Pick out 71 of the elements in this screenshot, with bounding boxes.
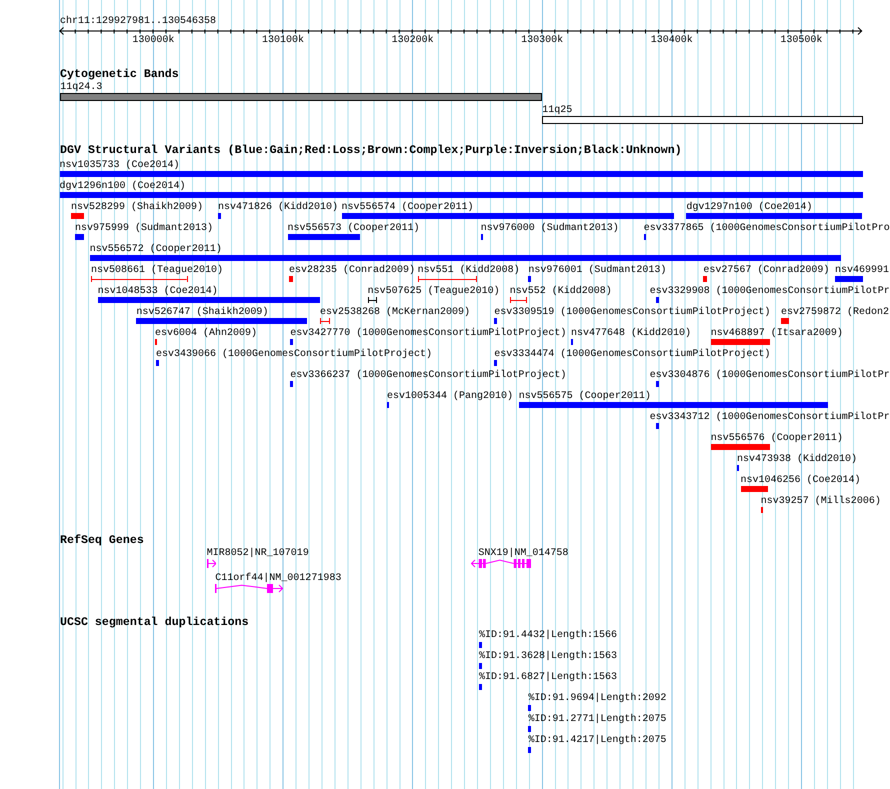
cytoband-label: 11q25 bbox=[542, 104, 572, 116]
duplication-label: %ID:91.6827|Length:1563 bbox=[479, 672, 618, 683]
duplication-bar bbox=[479, 684, 482, 690]
variant-label: dgv1297n100 (Coe2014) bbox=[686, 202, 812, 212]
variant-label: nsv556574 (Cooper2011) bbox=[342, 202, 474, 212]
variant-label: nsv39257 (Mills2006) bbox=[760, 496, 881, 506]
variant-label: nsv551 (Kidd2008) bbox=[418, 264, 520, 276]
variant-label: esv2759872 (Redon2 bbox=[781, 306, 890, 318]
variant-label: esv3329908 (1000GenomesConsortiumPilotPr bbox=[650, 286, 890, 296]
tick-label: 130400k bbox=[650, 35, 693, 46]
variant-label: nsv526747 (Shaikh2009) bbox=[136, 306, 268, 318]
tick-label: 130300k bbox=[521, 35, 564, 46]
duplication-bar bbox=[479, 642, 482, 648]
duplication-bar bbox=[528, 705, 531, 711]
variant-label: esv3309519 (1000GenomesConsortiumPilotProject) bbox=[494, 306, 770, 318]
variant-label: nsv975999 (Sudmant2013) bbox=[75, 222, 214, 234]
variant-label: esv27567 (Conrad2009) bbox=[703, 264, 830, 276]
variant-label: esv1005344 (Pang2010) bbox=[387, 390, 514, 402]
variant-label: nsv976000 (Sudmant2013) bbox=[480, 222, 619, 234]
track-title: DGV Structural Variants (Blue:Gain;Red:Loss;Brown:Complex;Purple:Inversion;Black:Unknown) bbox=[60, 145, 682, 157]
duplication-label: %ID:91.4432|Length:1566 bbox=[479, 630, 618, 641]
gene-label: SNX19|NM_014758 bbox=[478, 548, 568, 559]
variant-label: esv3377865 (1000GenomesConsortiumPilotPro bbox=[644, 222, 890, 234]
variant-label: nsv556576 (Cooper2011) bbox=[710, 432, 843, 444]
variant-label: nsv1048533 (Coe2014) bbox=[98, 286, 218, 296]
variant-label: nsv477648 (Kidd2010) bbox=[571, 328, 692, 338]
tick-label: 130100k bbox=[262, 35, 304, 46]
duplication-bar bbox=[528, 726, 531, 732]
track-title: RefSeq Genes bbox=[60, 535, 144, 547]
track-title: UCSC segmental duplications bbox=[60, 617, 249, 629]
variant-label: esv3343712 (1000GenomesConsortiumPilotPr bbox=[650, 412, 890, 422]
variant-label: nsv976001 (Sudmant2013) bbox=[528, 264, 666, 276]
variant-label: nsv507625 (Teague2010) bbox=[368, 286, 500, 296]
variant-label: nsv556573 (Cooper2011) bbox=[288, 222, 420, 234]
variant-label: nsv468897 (Itsara2009) bbox=[710, 328, 843, 338]
duplication-bar bbox=[479, 663, 482, 669]
gene-model-drawing bbox=[206, 559, 216, 568]
variant-label: nsv552 (Kidd2008) bbox=[510, 286, 612, 296]
variant-label: nsv471826 (Kidd2010) bbox=[218, 202, 338, 212]
variant-label: dgv1296n100 (Coe2014) bbox=[60, 180, 186, 192]
variant-label: nsv1035733 (Coe2014) bbox=[60, 160, 180, 170]
duplication-label: %ID:91.2771|Length:2075 bbox=[528, 714, 666, 725]
variant-label: nsv1046256 (Coe2014) bbox=[740, 474, 861, 486]
variant-label: nsv469991 bbox=[835, 264, 890, 276]
variant-label: nsv508661 (Teague2010) bbox=[91, 264, 224, 276]
variant-label: nsv556572 (Cooper2011) bbox=[90, 244, 222, 254]
variant-label: nsv556575 (Cooper2011) bbox=[518, 390, 651, 402]
gene-model-drawing bbox=[215, 584, 283, 593]
duplication-label: %ID:91.4217|Length:2075 bbox=[528, 735, 666, 746]
variant-label: esv2538268 (McKernan2009) bbox=[320, 306, 470, 318]
variant-label: esv3427770 (1000GenomesConsortiumPilotProject) bbox=[290, 328, 566, 338]
gene-label: C11orf44|NM_001271983 bbox=[215, 573, 342, 584]
variant-label: esv28235 (Conrad2009) bbox=[289, 264, 416, 276]
track-title: Cytogenetic Bands bbox=[60, 69, 179, 81]
cytoband-label: 11q24.3 bbox=[60, 82, 102, 92]
variant-label: esv3366237 (1000GenomesConsortiumPilotProject) bbox=[290, 370, 566, 380]
variant-label: esv3334474 (1000GenomesConsortiumPilotProject) bbox=[494, 348, 770, 360]
gene-model-drawing bbox=[470, 559, 531, 568]
coordinate-range: chr11:129927981..130546358 bbox=[60, 16, 216, 27]
variant-label: nsv528299 (Shaikh2009) bbox=[71, 202, 204, 212]
variant-label: esv6004 (Ahn2009) bbox=[155, 328, 258, 338]
tick-label: 130000k bbox=[132, 35, 174, 46]
variant-label: esv3439066 (1000GenomesConsortiumPilotProject) bbox=[156, 348, 432, 360]
duplication-label: %ID:91.9694|Length:2092 bbox=[528, 693, 666, 704]
variant-label: nsv473938 (Kidd2010) bbox=[737, 454, 858, 464]
tick-label: 130500k bbox=[780, 35, 822, 46]
variant-label: esv3304876 (1000GenomesConsortiumPilotPr bbox=[650, 370, 890, 380]
duplication-label: %ID:91.3628|Length:1563 bbox=[479, 651, 618, 662]
duplication-bar bbox=[528, 747, 531, 753]
gene-label: MIR8052|NR_107019 bbox=[206, 548, 309, 559]
tick-label: 130200k bbox=[392, 35, 434, 46]
